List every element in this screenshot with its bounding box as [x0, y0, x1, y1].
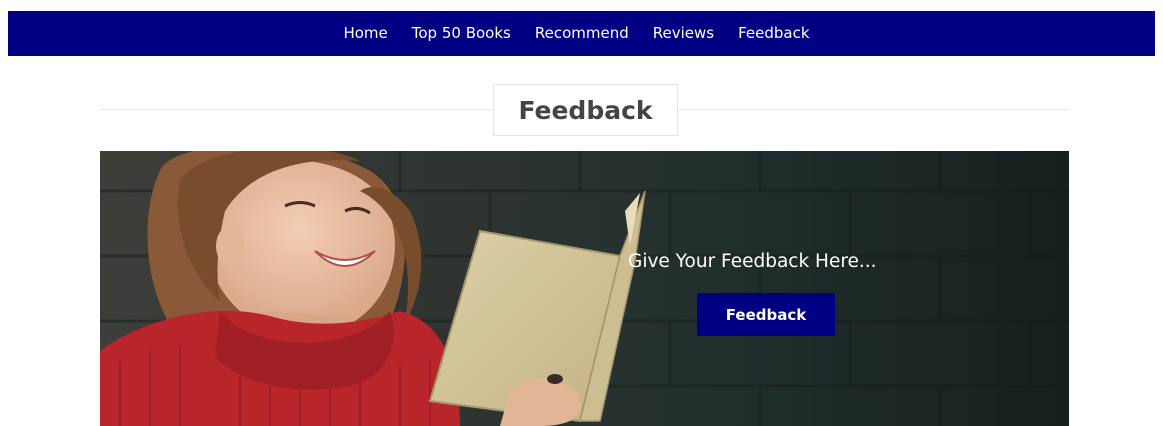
page: Home Top 50 Books Recommend Reviews Feed…: [0, 0, 1163, 426]
nav-link-reviews[interactable]: Reviews: [641, 24, 726, 42]
top-navbar: Home Top 50 Books Recommend Reviews Feed…: [8, 11, 1155, 56]
nav-link-recommend[interactable]: Recommend: [523, 24, 641, 42]
nav-link-top-50-books[interactable]: Top 50 Books: [400, 24, 523, 42]
feedback-banner: Give Your Feedback Here... Feedback: [100, 151, 1069, 426]
banner-background-image: [100, 151, 1069, 426]
feedback-button[interactable]: Feedback: [697, 293, 835, 336]
section-heading: Feedback: [100, 84, 1069, 136]
heading-box: Feedback: [493, 84, 678, 136]
nav-link-home[interactable]: Home: [331, 24, 399, 42]
banner-caption: Give Your Feedback Here...: [628, 251, 877, 272]
section-title: Feedback: [518, 95, 653, 125]
nav-link-feedback[interactable]: Feedback: [726, 24, 821, 42]
nav-list: Home Top 50 Books Recommend Reviews Feed…: [331, 11, 821, 56]
